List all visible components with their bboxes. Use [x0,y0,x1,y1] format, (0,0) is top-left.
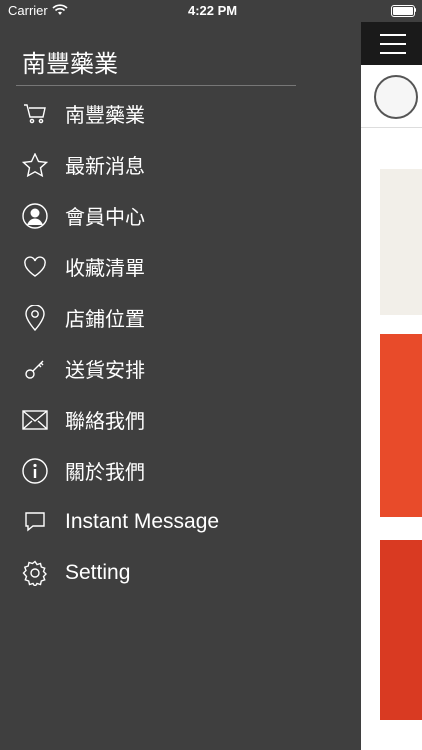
cart-icon [22,101,48,127]
menu-item-label: 南豐藥業 [65,103,145,127]
menu-item-contact[interactable]: 聯絡我們 [0,394,361,445]
top-nav-bar [361,22,422,65]
banner-image[interactable] [380,169,422,315]
menu-item-label: 店鋪位置 [65,307,145,331]
location-pin-icon [22,304,48,331]
menu-item-label: 聯絡我們 [65,409,145,433]
menu-item-label: 最新消息 [65,154,145,178]
menu-item-favorites[interactable]: 收藏清單 [0,241,361,292]
carrier-label: Carrier [8,3,48,18]
info-icon [22,457,48,484]
drawer-divider [16,85,296,86]
menu-item-about[interactable]: 關於我們 [0,445,361,496]
battery-tip [414,8,416,12]
clock: 4:22 PM [188,3,238,18]
menu-item-store-location[interactable]: 店鋪位置 [0,292,361,343]
battery-icon [391,5,415,17]
menu-item-label: Setting [65,560,131,584]
menu-item-news[interactable]: 最新消息 [0,139,361,190]
menu-item-label: Instant Message [65,509,220,533]
main-content-peek[interactable] [361,22,422,750]
wifi-icon [52,4,68,20]
menu-item-label: 會員中心 [65,205,145,229]
status-bar: Carrier 4:22 PM [0,0,422,22]
menu-item-instant-message[interactable]: Instant Message [0,496,361,547]
menu-item-label: 送貨安排 [65,358,145,382]
drawer-menu: 南豐藥業 最新消息 會員中心 收藏清單 店鋪位置 送貨安排 聯絡我們 關於我們 … [0,88,361,598]
heart-icon [22,254,48,280]
banner-image[interactable] [380,334,422,517]
menu-item-label: 收藏清單 [65,256,145,280]
mail-icon [22,407,48,433]
star-icon [22,152,48,178]
chat-bubble-icon [22,509,48,535]
brand-logo [374,75,418,119]
menu-item-home[interactable]: 南豐藥業 [0,88,361,139]
menu-item-member[interactable]: 會員中心 [0,190,361,241]
banner-image[interactable] [380,540,422,720]
key-icon [22,356,48,382]
hamburger-menu-icon[interactable] [380,34,406,54]
menu-item-setting[interactable]: Setting [0,547,361,598]
drawer-title: 南豐藥業 [22,50,118,78]
logo-bar [361,65,422,128]
side-drawer: 南豐藥業 南豐藥業 最新消息 會員中心 收藏清單 店鋪位置 送貨安排 聯絡我們 … [0,0,361,750]
menu-item-label: 關於我們 [65,460,145,484]
menu-item-delivery[interactable]: 送貨安排 [0,343,361,394]
user-icon [22,202,48,229]
gear-icon [22,559,48,586]
